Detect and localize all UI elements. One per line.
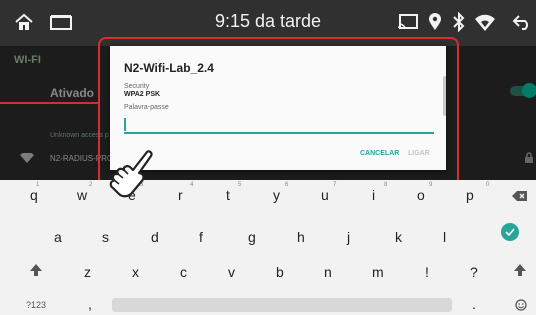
key-hint-1: 1 [36, 182, 40, 188]
key-hint-8: 8 [384, 182, 388, 188]
key-h[interactable]: h [297, 229, 305, 245]
key-hint-0: 0 [486, 182, 490, 188]
key-y[interactable]: y [273, 187, 280, 203]
key-t[interactable]: t [226, 187, 230, 203]
key-j[interactable]: j [347, 229, 350, 245]
enter-icon [505, 228, 515, 237]
key-period[interactable]: . [472, 296, 476, 312]
key-s[interactable]: s [102, 229, 109, 245]
back-icon[interactable] [512, 14, 532, 30]
key-o[interactable]: o [417, 187, 425, 203]
key-z[interactable]: z [84, 264, 91, 280]
key-n[interactable]: n [324, 264, 332, 280]
key-q[interactable]: q [30, 187, 38, 203]
bluetooth-icon [453, 12, 465, 32]
shift-icon[interactable] [29, 263, 43, 277]
key-u[interactable]: u [321, 187, 329, 203]
backspace-icon[interactable] [512, 190, 528, 202]
key-r[interactable]: r [178, 187, 183, 203]
key-v[interactable]: v [228, 264, 235, 280]
wifi-icon [475, 14, 495, 31]
key-d[interactable]: d [151, 229, 159, 245]
key-hint-7: 7 [333, 182, 337, 188]
key-hint-6: 6 [285, 182, 289, 188]
key-hint-2: 2 [89, 182, 93, 188]
key-hint-5: 5 [238, 182, 242, 188]
key-m[interactable]: m [372, 264, 384, 280]
emoji-icon[interactable] [515, 299, 527, 311]
location-icon [429, 13, 441, 30]
key-c[interactable]: c [180, 264, 187, 280]
key-exclamation[interactable]: ! [425, 264, 429, 280]
key-g[interactable]: g [248, 229, 256, 245]
space-bar[interactable] [112, 298, 452, 312]
key-w[interactable]: w [77, 187, 87, 203]
callout-line [0, 102, 98, 104]
pointing-hand-icon [109, 150, 153, 198]
enter-key[interactable] [501, 223, 519, 241]
key-l[interactable]: l [443, 229, 446, 245]
key-i[interactable]: i [372, 187, 375, 203]
symbols-key[interactable]: ?123 [26, 300, 46, 310]
key-f[interactable]: f [199, 229, 203, 245]
key-k[interactable]: k [395, 229, 402, 245]
key-hint-9: 9 [429, 182, 433, 188]
key-a[interactable]: a [54, 229, 62, 245]
key-p[interactable]: p [466, 187, 474, 203]
key-comma[interactable]: , [88, 296, 92, 312]
key-question[interactable]: ? [470, 264, 478, 280]
key-hint-4: 4 [190, 182, 194, 188]
shift-icon[interactable] [513, 263, 527, 277]
key-x[interactable]: x [132, 264, 139, 280]
cast-icon [398, 14, 418, 29]
key-b[interactable]: b [276, 264, 284, 280]
